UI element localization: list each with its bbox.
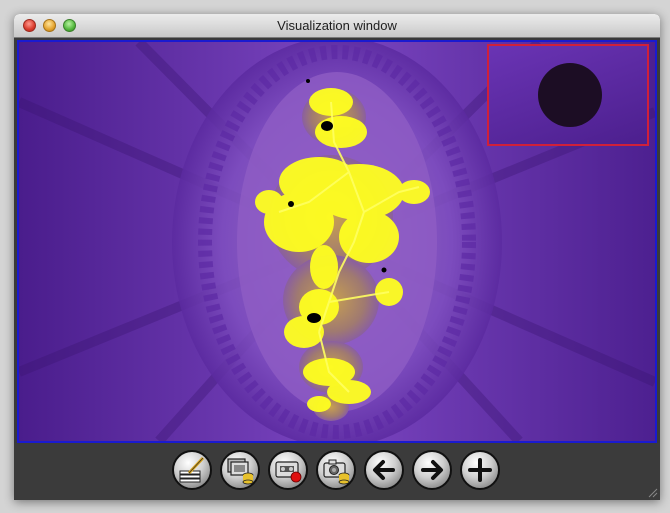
camera-with-database-icon xyxy=(323,459,350,485)
resize-grip-icon[interactable] xyxy=(646,486,658,498)
record-movie-button[interactable] xyxy=(268,450,308,490)
arrow-left-icon xyxy=(373,460,395,480)
draw-tool-button[interactable] xyxy=(172,450,212,490)
back-button[interactable] xyxy=(364,450,404,490)
title-bar[interactable]: Visualization window xyxy=(14,14,660,38)
zoom-in-button[interactable] xyxy=(460,450,500,490)
arrow-right-icon xyxy=(421,460,443,480)
bottom-toolbar xyxy=(14,443,660,500)
minimap-fractal-preview xyxy=(538,63,602,127)
plus-icon xyxy=(468,458,492,482)
forward-button[interactable] xyxy=(412,450,452,490)
pencil-on-paper-icon xyxy=(179,456,205,483)
stack-with-database-icon xyxy=(227,458,254,485)
window-title: Visualization window xyxy=(277,18,397,33)
fractal-viewport[interactable] xyxy=(17,40,657,443)
desktop: Visualization window xyxy=(0,0,670,513)
camera-save-button[interactable] xyxy=(316,450,356,490)
visualization-window: Visualization window xyxy=(14,14,660,500)
tape-with-record-icon xyxy=(275,461,302,483)
overview-minimap[interactable] xyxy=(487,44,649,146)
save-image-button[interactable] xyxy=(220,450,260,490)
